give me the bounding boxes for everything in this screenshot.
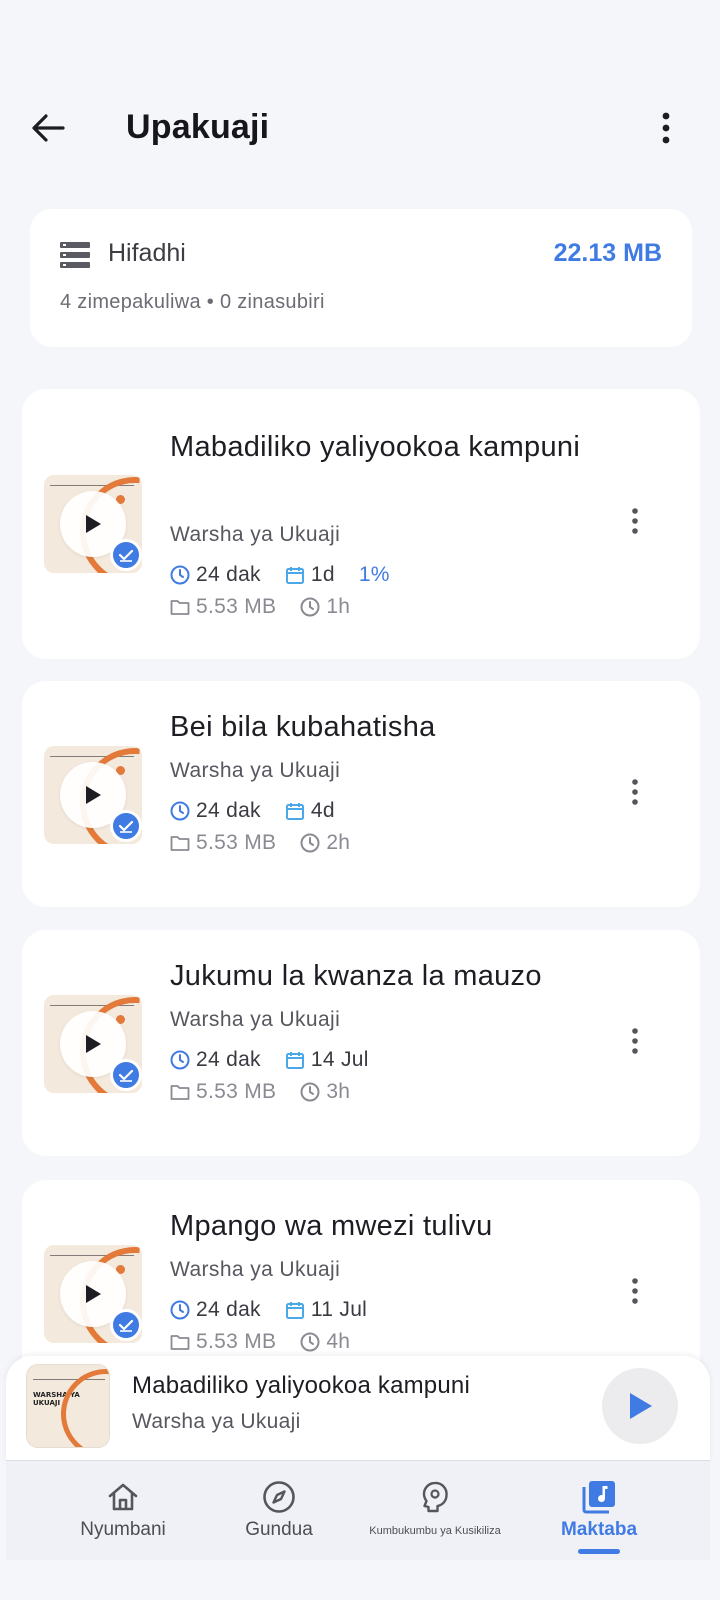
now-playing-subtitle: Warsha ya Ukuaji (132, 1410, 301, 1433)
downloaded-check-icon (110, 539, 142, 571)
more-vert-icon (632, 1028, 638, 1054)
more-options-button[interactable] (646, 108, 686, 148)
item-more-button[interactable] (620, 772, 650, 812)
episode-title: Mabadiliko yaliyookoa kampuni (170, 431, 581, 463)
home-icon (108, 1483, 138, 1511)
episode-meta-primary: 24 dak 1d 1% (170, 563, 414, 587)
episode-date: 1d (310, 563, 335, 586)
downloaded-check-icon (110, 1309, 142, 1341)
mini-player[interactable]: WARSHA YA UKUAJI Mabadiliko yaliyookoa k… (6, 1356, 710, 1462)
brain-icon (422, 1481, 448, 1513)
episode-title: Mpango wa mwezi tulivu (170, 1210, 493, 1242)
nav-item-discover[interactable]: Gundua (224, 1461, 334, 1561)
more-vert-icon (632, 779, 638, 805)
storage-label: Hifadhi (108, 239, 186, 267)
episode-file-size: 5.53 MB (196, 831, 277, 854)
more-vert-icon (632, 508, 638, 534)
item-more-button[interactable] (620, 1271, 650, 1311)
folder-icon (170, 1085, 190, 1100)
folder-icon (170, 836, 190, 851)
clock-icon (170, 1300, 190, 1320)
nav-item-library[interactable]: Maktaba (544, 1461, 654, 1561)
folder-icon (170, 600, 190, 615)
episode-meta-secondary: 5.53 MB 1h (170, 595, 374, 619)
episode-duration: 24 dak (196, 563, 261, 586)
episode-subtitle: Warsha ya Ukuaji (170, 759, 341, 782)
episode-subtitle: Warsha ya Ukuaji (170, 523, 341, 546)
calendar-icon (285, 567, 304, 584)
episode-meta-secondary: 5.53 MB 4h (170, 1330, 374, 1354)
episode-date: 4d (310, 799, 335, 822)
nav-label: Maktaba (560, 1519, 638, 1540)
episode-downloaded-ago: 4h (326, 1330, 351, 1353)
episode-file-size: 5.53 MB (196, 1080, 277, 1103)
play-icon (86, 515, 101, 533)
downloaded-check-icon (110, 810, 142, 842)
nav-label: Gundua (245, 1519, 313, 1540)
mini-player-play-button[interactable] (602, 1368, 678, 1444)
episode-duration: 24 dak (196, 1298, 261, 1321)
episode-subtitle: Warsha ya Ukuaji (170, 1008, 341, 1031)
clock-icon (300, 1082, 320, 1102)
compass-icon (263, 1481, 295, 1513)
clock-icon (170, 1050, 190, 1070)
episode-title: Jukumu la kwanza la mauzo (170, 960, 542, 992)
nav-item-home[interactable]: Nyumbani (68, 1461, 178, 1561)
calendar-icon (285, 1052, 304, 1069)
play-icon (86, 1035, 101, 1053)
downloaded-check-icon (110, 1059, 142, 1091)
now-playing-title: Mabadiliko yaliyookoa kampuni (132, 1372, 470, 1399)
back-button[interactable] (28, 108, 68, 148)
episode-downloaded-ago: 1h (326, 595, 351, 618)
nav-item-listening-history[interactable]: Kumbukumbu ya Kusikiliza (346, 1461, 524, 1561)
episode-file-size: 5.53 MB (196, 595, 277, 618)
episode-downloaded-ago: 2h (326, 831, 351, 854)
active-tab-indicator (578, 1549, 620, 1554)
download-item[interactable]: Mabadiliko yaliyookoa kampuni Warsha ya … (22, 389, 700, 659)
calendar-icon (285, 1302, 304, 1319)
bottom-navigation: Nyumbani Gundua Kumbukumbu ya Kusikiliza… (6, 1460, 710, 1560)
clock-icon (300, 1332, 320, 1352)
clock-icon (300, 597, 320, 617)
more-vert-icon (632, 1278, 638, 1304)
storage-total-size: 22.13 MB (553, 239, 662, 267)
library-music-icon (582, 1481, 615, 1514)
storage-card: Hifadhi 22.13 MB 4 zimepakuliwa • 0 zina… (30, 209, 692, 347)
episode-date: 14 Jul (310, 1048, 369, 1071)
clock-icon (170, 565, 190, 585)
app-header: Upakuaji (0, 88, 720, 168)
arrow-left-icon (32, 114, 65, 142)
clock-icon (170, 801, 190, 821)
episode-downloaded-ago: 3h (326, 1080, 351, 1103)
nav-label: Nyumbani (80, 1519, 166, 1540)
play-icon (86, 1285, 101, 1303)
episode-subtitle: Warsha ya Ukuaji (170, 1258, 341, 1281)
episode-meta-primary: 24 dak 11 Jul (170, 1298, 391, 1322)
clock-icon (300, 833, 320, 853)
episode-progress: 1% (358, 563, 390, 586)
episode-meta-secondary: 5.53 MB 2h (170, 831, 374, 855)
episode-duration: 24 dak (196, 799, 261, 822)
episode-date: 11 Jul (310, 1298, 368, 1321)
download-item[interactable]: Bei bila kubahatisha Warsha ya Ukuaji 24… (22, 681, 700, 907)
play-icon (630, 1393, 652, 1419)
folder-icon (170, 1335, 190, 1350)
item-more-button[interactable] (620, 501, 650, 541)
more-vert-icon (662, 112, 670, 144)
calendar-icon (285, 803, 304, 820)
storage-stats: 4 zimepakuliwa • 0 zinasubiri (60, 291, 325, 313)
episode-file-size: 5.53 MB (196, 1330, 277, 1353)
now-playing-thumbnail: WARSHA YA UKUAJI (26, 1364, 110, 1448)
nav-label: Kumbukumbu ya Kusikiliza (369, 1525, 501, 1537)
episode-title: Bei bila kubahatisha (170, 711, 436, 743)
item-more-button[interactable] (620, 1021, 650, 1061)
episode-meta-primary: 24 dak 4d (170, 799, 359, 823)
episode-meta-primary: 24 dak 14 Jul (170, 1048, 393, 1072)
play-icon (86, 786, 101, 804)
episode-duration: 24 dak (196, 1048, 261, 1071)
page-title: Upakuaji (126, 108, 270, 146)
download-item[interactable]: Jukumu la kwanza la mauzo Warsha ya Ukua… (22, 930, 700, 1156)
storage-icon (60, 242, 90, 268)
episode-meta-secondary: 5.53 MB 3h (170, 1080, 374, 1104)
